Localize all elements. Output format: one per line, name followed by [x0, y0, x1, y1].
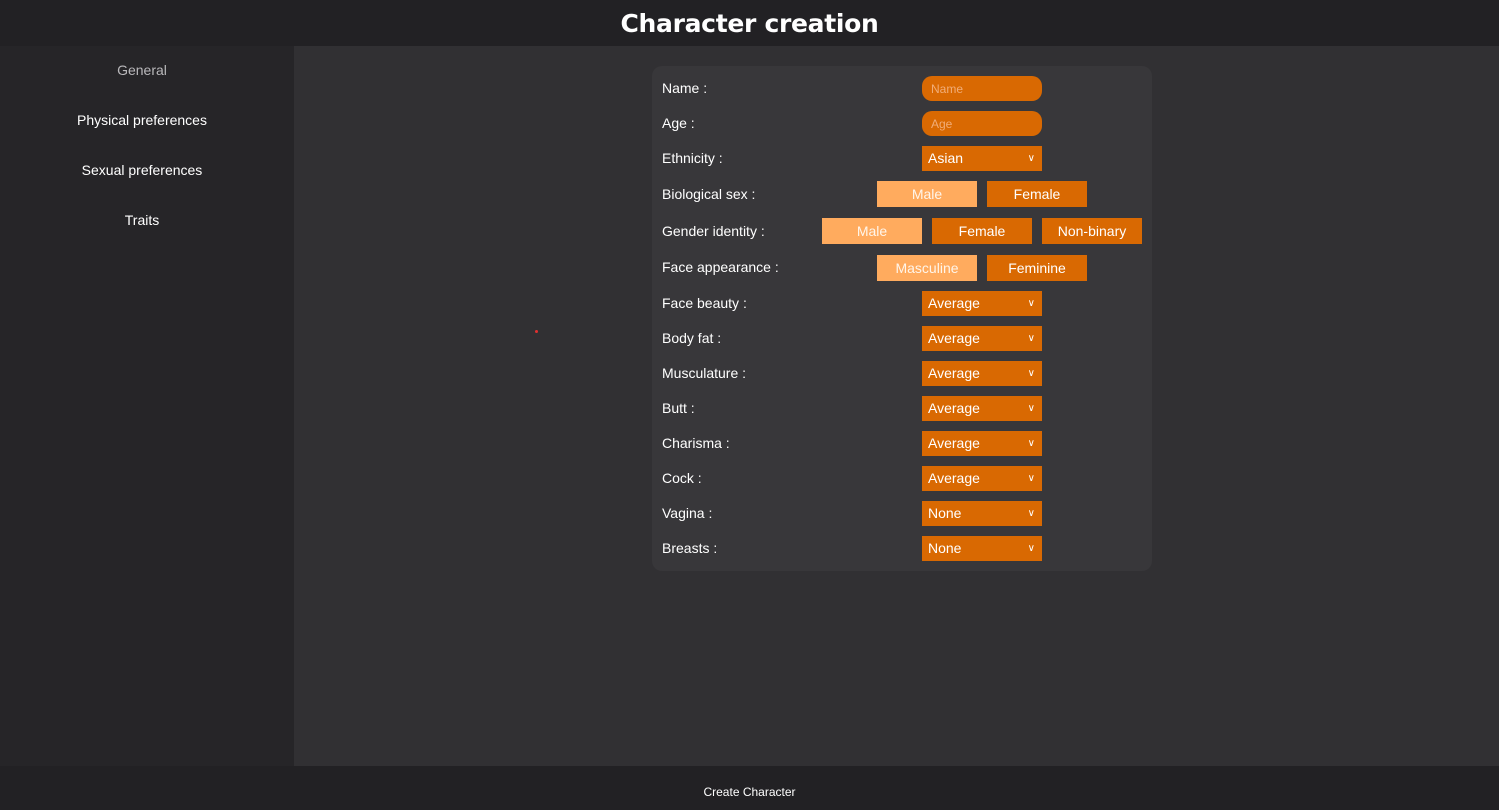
page-title: Character creation — [620, 8, 879, 38]
cock-value: Average — [928, 470, 980, 486]
vagina-select[interactable]: None ∨ — [922, 501, 1042, 526]
butt-label: Butt : — [662, 400, 695, 416]
sidebar: General Physical preferences Sexual pref… — [0, 46, 294, 766]
face-appearance-masculine-button[interactable]: Masculine — [877, 255, 977, 281]
age-input[interactable] — [922, 111, 1042, 136]
face-appearance-label: Face appearance : — [662, 259, 779, 275]
chevron-down-icon: ∨ — [1027, 403, 1035, 414]
body-fat-label: Body fat : — [662, 330, 722, 346]
gender-identity-male-button[interactable]: Male — [822, 218, 922, 244]
name-label: Name : — [662, 80, 708, 96]
sidebar-item-physical-preferences[interactable]: Physical preferences — [0, 112, 284, 128]
title-bar: Character creation — [0, 0, 1499, 46]
body-fat-select[interactable]: Average ∨ — [922, 326, 1042, 351]
chevron-down-icon: ∨ — [1027, 473, 1035, 484]
face-beauty-label: Face beauty : — [662, 295, 747, 311]
musculature-value: Average — [928, 365, 980, 381]
body-fat-value: Average — [928, 330, 980, 346]
charisma-value: Average — [928, 435, 980, 451]
chevron-down-icon: ∨ — [1027, 153, 1035, 164]
ethnicity-label: Ethnicity : — [662, 150, 723, 166]
age-label: Age : — [662, 115, 695, 131]
footer-bar: Create Character — [0, 766, 1499, 810]
chevron-down-icon: ∨ — [1027, 333, 1035, 344]
cock-label: Cock : — [662, 470, 702, 486]
face-beauty-select[interactable]: Average ∨ — [922, 291, 1042, 316]
biological-sex-female-button[interactable]: Female — [987, 181, 1087, 207]
musculature-label: Musculature : — [662, 365, 747, 381]
gender-identity-non-binary-button[interactable]: Non-binary — [1042, 218, 1142, 244]
sidebar-item-traits[interactable]: Traits — [0, 212, 284, 228]
chevron-down-icon: ∨ — [1027, 543, 1035, 554]
biological-sex-label: Biological sex : — [662, 186, 756, 202]
chevron-down-icon: ∨ — [1027, 508, 1035, 519]
chevron-down-icon: ∨ — [1027, 298, 1035, 309]
charisma-label: Charisma : — [662, 435, 730, 451]
face-beauty-value: Average — [928, 295, 980, 311]
biological-sex-male-button[interactable]: Male — [877, 181, 977, 207]
gender-identity-label: Gender identity : — [662, 223, 765, 239]
gender-identity-female-button[interactable]: Female — [932, 218, 1032, 244]
sidebar-item-general[interactable]: General — [0, 62, 284, 78]
face-appearance-feminine-button[interactable]: Feminine — [987, 255, 1087, 281]
sidebar-item-sexual-preferences[interactable]: Sexual preferences — [0, 162, 284, 178]
breasts-label: Breasts : — [662, 540, 718, 556]
charisma-select[interactable]: Average ∨ — [922, 431, 1042, 456]
vagina-label: Vagina : — [662, 505, 713, 521]
ethnicity-select[interactable]: Asian ∨ — [922, 146, 1042, 171]
form-panel — [652, 66, 1152, 571]
butt-select[interactable]: Average ∨ — [922, 396, 1042, 421]
musculature-select[interactable]: Average ∨ — [922, 361, 1042, 386]
chevron-down-icon: ∨ — [1027, 438, 1035, 449]
name-input[interactable] — [922, 76, 1042, 101]
cock-select[interactable]: Average ∨ — [922, 466, 1042, 491]
chevron-down-icon: ∨ — [1027, 368, 1035, 379]
ethnicity-value: Asian — [928, 150, 964, 166]
create-character-button[interactable]: Create Character — [697, 784, 801, 800]
butt-value: Average — [928, 400, 980, 416]
breasts-select[interactable]: None ∨ — [922, 536, 1042, 561]
breasts-value: None — [928, 540, 962, 556]
cursor-dot — [535, 330, 538, 333]
vagina-value: None — [928, 505, 962, 521]
